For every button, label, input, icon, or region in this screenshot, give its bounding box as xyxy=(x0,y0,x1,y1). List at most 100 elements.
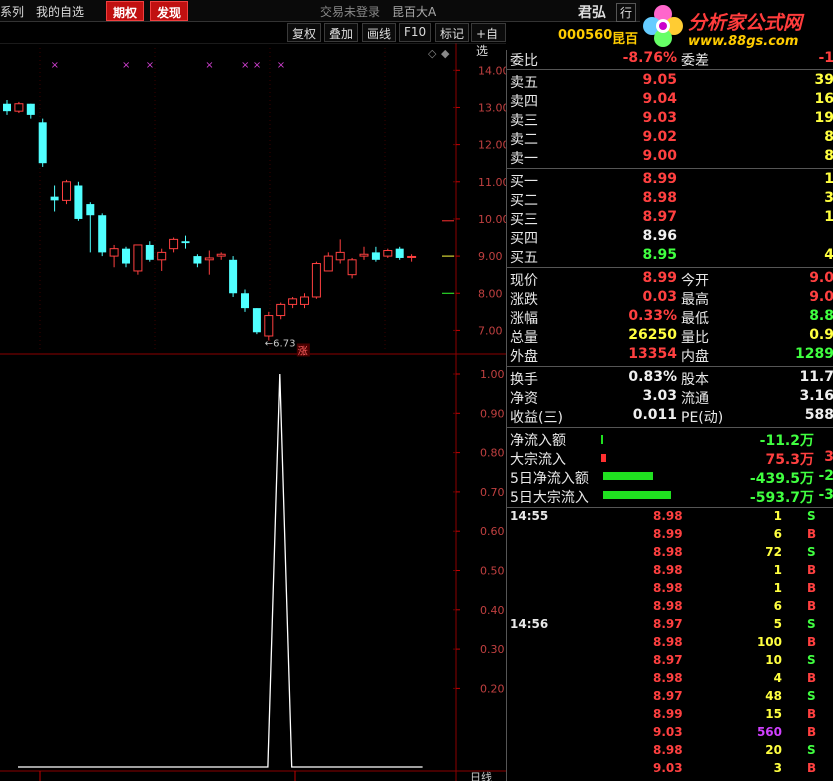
finance-value: 3.16 xyxy=(799,388,833,404)
stat-label: 最高 xyxy=(681,292,709,308)
candle-body xyxy=(50,196,59,201)
tick-row: 8.98 4 B xyxy=(507,671,833,689)
tick-side: S xyxy=(807,653,816,667)
overlay-button[interactable]: 叠加 xyxy=(324,23,359,42)
tick-side: B xyxy=(807,635,817,649)
signal-marker: × xyxy=(146,60,154,71)
tick-price: 8.98 xyxy=(653,563,683,577)
tick-price: 8.99 xyxy=(653,707,683,721)
indicator-tick-label: 0.60 xyxy=(480,525,505,538)
bid-row[interactable]: 买五 8.95 4 xyxy=(507,247,833,266)
ask-volume: 19 xyxy=(814,110,833,126)
divider xyxy=(507,427,833,428)
tick-row: 8.99 15 B xyxy=(507,707,833,725)
finance-label: 流通 xyxy=(681,391,709,407)
flow-extra: 3 xyxy=(824,449,833,465)
candle-body xyxy=(157,251,167,261)
stat-value: 13354 xyxy=(628,346,677,362)
y-tick-label: 13.00 xyxy=(478,101,506,114)
ask-row[interactable]: 卖一 9.00 8 xyxy=(507,148,833,167)
tick-price: 8.98 xyxy=(653,743,683,757)
tick-volume: 3 xyxy=(773,761,782,775)
tick-row: 8.97 10 S xyxy=(507,653,833,671)
tick-side: S xyxy=(807,689,816,703)
candle-body xyxy=(395,248,404,258)
finance-row: 收益(三) 0.011 PE(动) 588 xyxy=(507,407,833,426)
draw-line-button[interactable]: 画线 xyxy=(362,23,397,42)
indicator-tick-label: 0.20 xyxy=(480,682,505,695)
candle-body xyxy=(276,303,286,317)
finance-row: 净资 3.03 流通 3.16 xyxy=(507,388,833,407)
tick-row: 14:55 8.98 1 S xyxy=(507,509,833,527)
ask-row[interactable]: 卖五 9.05 39 xyxy=(507,72,833,91)
discover-button[interactable]: 发现 xyxy=(150,1,189,21)
tick-time: 14:56 xyxy=(510,617,549,631)
stat-label: 外盘 xyxy=(510,349,538,365)
candle-body xyxy=(26,103,35,115)
flow-row: 5日净流入额 -439.5万 -2 xyxy=(507,468,833,487)
candle-body xyxy=(181,241,190,244)
bid-label: 买四 xyxy=(510,231,538,247)
stat-label: 今开 xyxy=(681,273,709,289)
flow-label: 净流入额 xyxy=(510,433,566,449)
candle-body xyxy=(371,252,380,260)
divider xyxy=(507,168,833,169)
bid-price: 8.99 xyxy=(642,171,677,187)
indicator-tick-label: 0.80 xyxy=(480,447,505,460)
add-favorite-button[interactable]: +自选 xyxy=(471,23,506,58)
period-label: 日线 xyxy=(470,770,492,781)
bid-volume: 1 xyxy=(824,209,833,225)
restore-rights-button[interactable]: 复权 xyxy=(287,23,322,42)
flow-bar xyxy=(601,435,603,444)
candle-body xyxy=(109,248,119,257)
ask-label: 卖一 xyxy=(510,151,538,167)
candle-body xyxy=(38,122,47,164)
menu-series[interactable]: 系列 xyxy=(0,3,24,20)
stat-label: 最低 xyxy=(681,311,709,327)
ask-label: 卖五 xyxy=(510,75,538,91)
stat-label: 量比 xyxy=(681,330,709,346)
bid-row[interactable]: 买三 8.97 1 xyxy=(507,209,833,228)
ask-volume: 16 xyxy=(814,91,833,107)
weicha-label: 委差 xyxy=(681,53,709,69)
y-tick-label: 10.00 xyxy=(478,213,506,226)
candle-body xyxy=(74,185,83,219)
quote-tab[interactable]: 行 xyxy=(616,3,637,22)
candle-body xyxy=(216,253,226,257)
broker-tab[interactable]: 君弘 xyxy=(578,2,606,22)
candle-body xyxy=(300,296,309,305)
tick-price: 9.03 xyxy=(653,761,683,775)
signal-marker: × xyxy=(241,60,249,71)
limit-marker: 涨 xyxy=(298,345,308,357)
tick-volume: 6 xyxy=(773,599,782,613)
mark-button[interactable]: 标记 xyxy=(435,23,470,42)
bid-row[interactable]: 买二 8.98 3 xyxy=(507,190,833,209)
tick-row: 8.98 1 B xyxy=(507,581,833,599)
menu-my-favorites[interactable]: 我的自选 xyxy=(36,3,84,20)
flow-value: -11.2万 xyxy=(759,433,814,449)
y-tick-label: 7.00 xyxy=(478,324,503,337)
options-button[interactable]: 期权 xyxy=(106,1,145,21)
signal-marker: × xyxy=(277,60,285,71)
flow-bar xyxy=(603,491,671,499)
tick-row: 8.98 1 B xyxy=(507,563,833,581)
f10-button[interactable]: F10 xyxy=(399,23,432,42)
top-stock-name: 昆百大A xyxy=(392,5,437,19)
tick-row: 8.98 72 S xyxy=(507,545,833,563)
bid-row[interactable]: 买一 8.99 1 xyxy=(507,171,833,190)
stat-row: 总量 26250 量比 0.9 xyxy=(507,327,833,346)
bid-price: 8.95 xyxy=(642,247,677,263)
tick-price: 8.98 xyxy=(653,599,683,613)
ask-price: 9.04 xyxy=(642,91,677,107)
bid-volume: 1 xyxy=(824,171,833,187)
ask-row[interactable]: 卖二 9.02 8 xyxy=(507,129,833,148)
stat-value: 0.03 xyxy=(642,289,677,305)
indicator-tick-label: 0.90 xyxy=(480,407,505,420)
bid-price: 8.98 xyxy=(642,190,677,206)
kline-chart-area[interactable]: ◇ ◆ 14.00 13.00 12.00 11.00 10.00 9.00 8.00 7.00 ×… xyxy=(0,43,506,781)
bid-row[interactable]: 买四 8.96 xyxy=(507,228,833,247)
ask-row[interactable]: 卖三 9.03 19 xyxy=(507,110,833,129)
ask-row[interactable]: 卖四 9.04 16 xyxy=(507,91,833,110)
flow-extra: -3 xyxy=(818,487,833,503)
tick-price: 8.98 xyxy=(653,581,683,595)
